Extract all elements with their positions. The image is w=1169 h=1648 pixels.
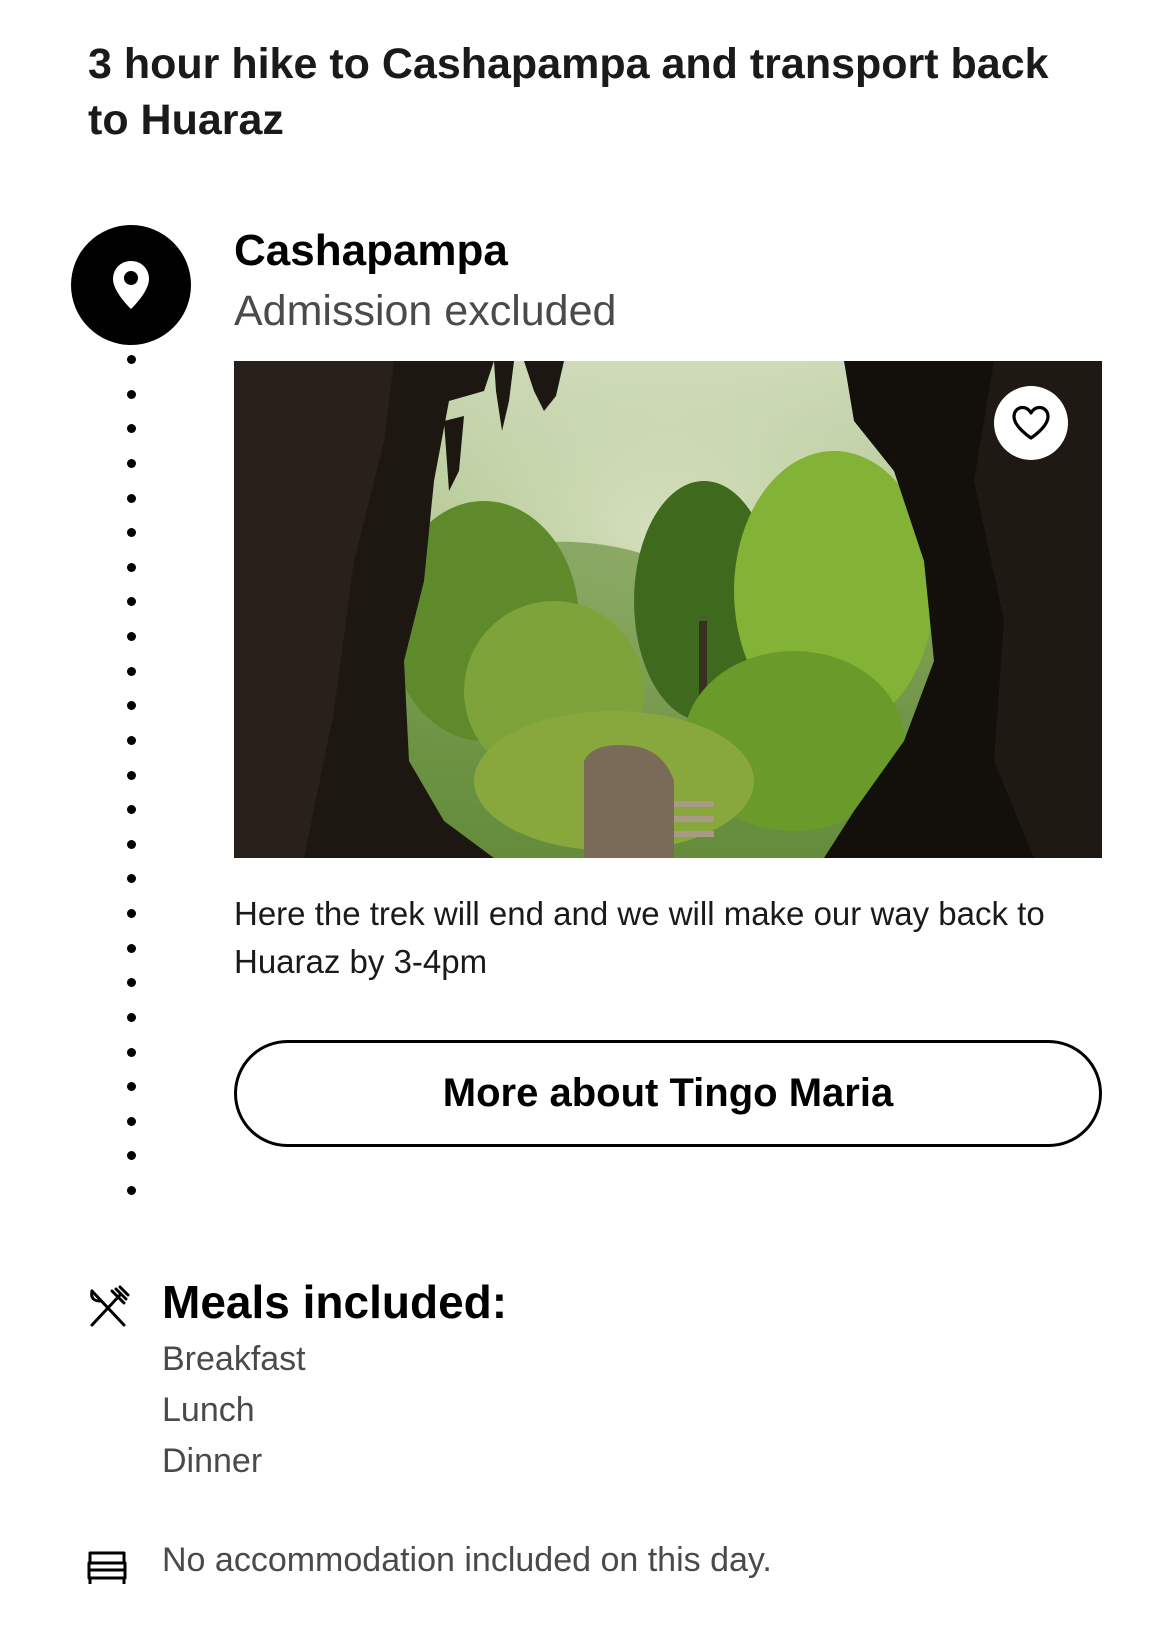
save-favorite-button[interactable]	[994, 386, 1068, 460]
stop-name: Cashapampa	[234, 226, 508, 275]
location-pin-icon	[113, 261, 149, 309]
bed-icon	[87, 1551, 127, 1584]
more-about-button[interactable]: More about Tingo Maria	[234, 1040, 1102, 1147]
heart-icon	[1012, 405, 1050, 440]
meals-heading: Meals included:	[162, 1276, 508, 1328]
meal-item: Lunch	[162, 1391, 255, 1429]
accommodation-note: No accommodation included on this day.	[162, 1541, 772, 1579]
timeline-dots	[126, 355, 136, 1195]
day-title: 3 hour hike to Cashapampa and transport …	[88, 40, 1049, 144]
stop-description: Here the trek will end and we will make …	[234, 895, 1045, 980]
admission-status: Admission excluded	[234, 287, 617, 335]
cave-jungle-photo	[234, 361, 1102, 858]
stop-marker	[71, 225, 191, 345]
stop-photo[interactable]	[234, 361, 1102, 858]
utensils-icon	[90, 1285, 130, 1327]
itinerary-day: 3 hour hike to Cashapampa and transport …	[0, 0, 1169, 1648]
meal-list: Breakfast Lunch Dinner	[162, 1334, 306, 1487]
meal-item: Dinner	[162, 1442, 263, 1480]
meal-item: Breakfast	[162, 1340, 306, 1378]
